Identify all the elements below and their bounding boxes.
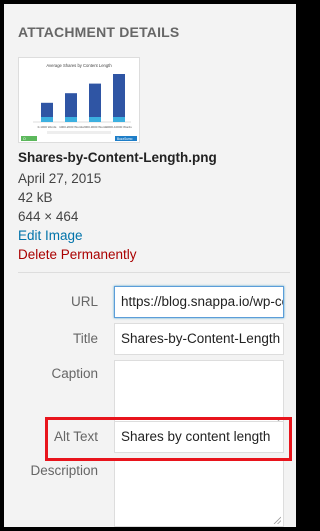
title-field[interactable]: Shares-by-Content-Length	[114, 323, 284, 355]
attachment-filename: Shares-by-Content-Length.png	[18, 150, 217, 165]
url-field[interactable]: https://blog.snappa.io/wp-content/upload…	[114, 286, 284, 318]
svg-text:O: O	[23, 137, 26, 141]
section-heading: ATTACHMENT DETAILS	[18, 24, 180, 40]
caption-label: Caption	[51, 366, 98, 381]
section-divider	[18, 272, 290, 273]
thumbnail-category-label: 3000-10000 Words	[106, 125, 132, 129]
delete-permanently-link[interactable]: Delete Permanently	[18, 247, 137, 262]
thumbnail-chart: Average Shares by Content Length 0-1000 …	[21, 63, 137, 141]
thumbnail-bar-base	[65, 117, 77, 122]
thumbnail-category-label: 1000-2000 Words	[59, 125, 83, 129]
thumbnail-category-label: 0-1000 Words	[38, 125, 57, 129]
upload-date: April 27, 2015	[18, 171, 102, 186]
attachment-details-panel: ATTACHMENT DETAILS Average Shares by Con…	[4, 4, 296, 527]
thumbnail-bar	[89, 83, 101, 122]
edit-image-link[interactable]: Edit Image	[18, 228, 83, 243]
alt-text-highlight-box	[45, 417, 292, 461]
resize-grip-icon[interactable]	[273, 516, 281, 524]
description-label: Description	[30, 463, 98, 478]
attachment-thumbnail[interactable]: Average Shares by Content Length 0-1000 …	[18, 57, 140, 143]
thumbnail-category-label: 2000-3000 Words	[83, 125, 107, 129]
thumbnail-bar	[113, 74, 125, 122]
image-dimensions: 644 × 464	[18, 209, 79, 224]
title-label: Title	[72, 331, 98, 346]
thumbnail-bar-base	[89, 117, 101, 122]
file-size: 42 kB	[18, 190, 53, 205]
thumbnail-bar-base	[41, 117, 53, 122]
thumbnail-bar-base	[113, 117, 125, 122]
description-field[interactable]	[114, 459, 284, 527]
thumbnail-chart-title: Average Shares by Content Length	[46, 63, 112, 68]
url-label: URL	[70, 294, 98, 309]
svg-text:BuzzSumo: BuzzSumo	[117, 137, 133, 141]
